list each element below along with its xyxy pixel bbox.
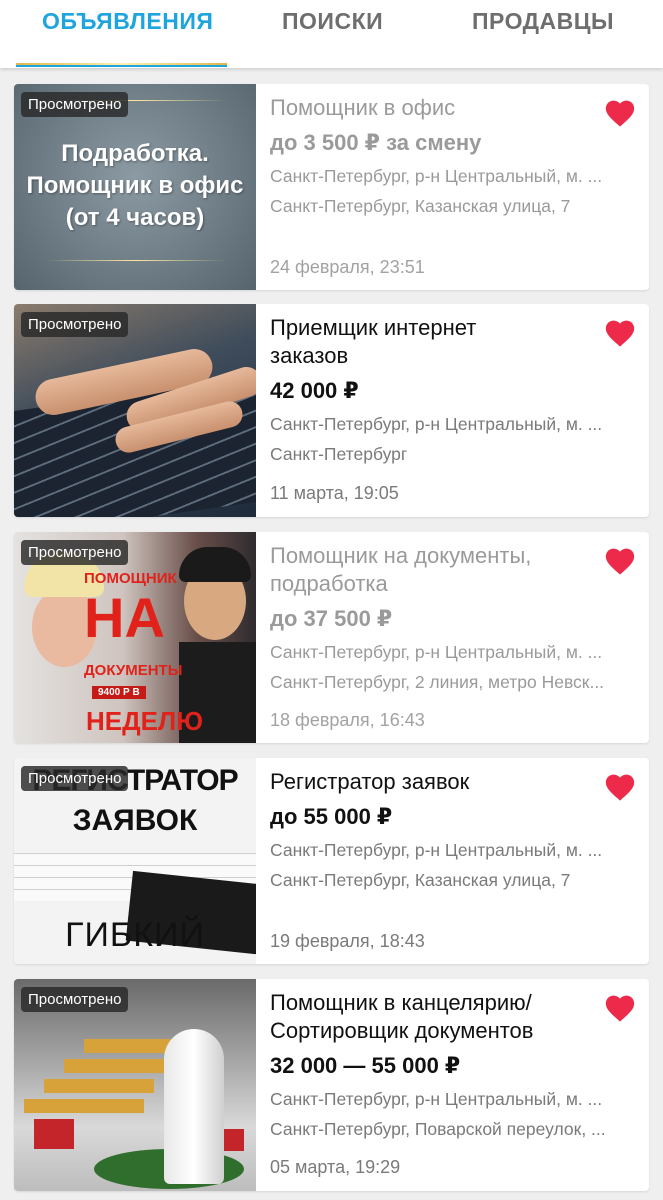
listing-info: Помощник в офис до 3 500 ₽ за смену Санк…	[270, 94, 602, 217]
listing-card[interactable]: РЕГИСТРАТОР ЗАЯВОК ГИБКИЙ Просмотрено Ре…	[14, 758, 649, 964]
listing-info: Регистратор заявок до 55 000 ₽ Санкт-Пет…	[270, 768, 602, 891]
favorite-heart-icon[interactable]	[603, 316, 637, 348]
favorite-heart-icon[interactable]	[603, 991, 637, 1023]
active-tab-indicator-highlight	[16, 63, 227, 65]
stair-image	[44, 1079, 154, 1093]
listing-location: Санкт-Петербург, р-н Центральный, м. ...	[270, 414, 603, 434]
decor-line	[44, 260, 226, 261]
listing-date: 19 февраля, 18:43	[270, 931, 425, 951]
favorite-heart-icon[interactable]	[603, 96, 637, 128]
thumbnail-text: ДОКУМЕНТЫ	[84, 662, 183, 679]
thumbnail-text: ГИБКИЙ	[65, 916, 205, 954]
listing-location: Санкт-Петербург, р-н Центральный, м. ...	[270, 642, 603, 662]
listing-card[interactable]: Просмотрено Приемщик интернет заказов 42…	[14, 304, 649, 517]
listing-title: Помощник в канцелярию/ Сортировщик докум…	[270, 990, 534, 1043]
listing-location: Санкт-Петербург, р-н Центральный, м. ...	[270, 1089, 603, 1109]
listing-info: Приемщик интернет заказов 42 000 ₽ Санкт…	[270, 314, 602, 465]
listing-title: Помощник в офис	[270, 95, 456, 120]
thumbnail-text: Помощник в офис	[26, 172, 244, 199]
thumbnail-text: ЗАЯВОК	[72, 804, 198, 837]
tab-bar: ОБЪЯВЛЕНИЯ ПОИСКИ ПРОДАВЦЫ	[0, 0, 663, 68]
stair-image	[84, 1039, 174, 1053]
listing-price: 42 000 ₽	[270, 378, 359, 403]
listing-price: до 3 500 ₽ за смену	[270, 130, 482, 155]
favorite-heart-icon[interactable]	[603, 544, 637, 576]
favorite-heart-icon[interactable]	[603, 770, 637, 802]
thumbnail-text: НЕДЕЛЮ	[86, 706, 204, 736]
listing-date: 11 марта, 19:05	[270, 483, 399, 503]
listing-thumbnail: Подработка. Помощник в офис (от 4 часов)…	[14, 84, 256, 290]
person-hair	[179, 547, 251, 582]
thumbnail-text: 9400 Р В	[92, 686, 146, 699]
listing-address: Санкт-Петербург, 2 линия, метро Невск...	[270, 672, 605, 692]
listing-title: Помощник на документы, подработка	[270, 543, 532, 596]
listing-date: 05 марта, 19:29	[270, 1157, 401, 1177]
thumbnail-text: ПОМОЩНИК	[84, 570, 177, 587]
paper-image	[14, 853, 256, 865]
listing-price: 32 000 — 55 000 ₽	[270, 1053, 461, 1078]
listing-info: Помощник в канцелярию/ Сортировщик докум…	[270, 989, 606, 1140]
listing-location: Санкт-Петербург, р-н Центральный, м. ...	[270, 840, 603, 860]
listing-info: Помощник на документы, подработка до 37 …	[270, 542, 604, 693]
viewed-badge: Просмотрено	[21, 766, 129, 791]
viewed-badge: Просмотрено	[21, 540, 129, 565]
listing-address: Санкт-Петербург, Казанская улица, 7	[270, 196, 571, 216]
thumbnail-text: НА	[84, 586, 165, 649]
thumbnail-text: Подработка.	[61, 140, 209, 167]
tab-sellers[interactable]: ПРОДАВЦЫ	[472, 8, 614, 35]
viewed-badge: Просмотрено	[21, 92, 129, 117]
listing-price: до 55 000 ₽	[270, 804, 393, 829]
sculpture-image	[164, 1029, 224, 1184]
listing-thumbnail: ПОМОЩНИК НА ДОКУМЕНТЫ 9400 Р В НЕДЕЛЮ Пр…	[14, 532, 256, 743]
listing-address: Санкт-Петербург, Поварской переулок, ...	[270, 1119, 606, 1139]
stair-image	[24, 1099, 144, 1113]
tab-searches[interactable]: ПОИСКИ	[282, 8, 383, 35]
listing-date: 18 февраля, 16:43	[270, 710, 425, 730]
tab-listings[interactable]: ОБЪЯВЛЕНИЯ	[42, 8, 213, 35]
listing-card[interactable]: ПОМОЩНИК НА ДОКУМЕНТЫ 9400 Р В НЕДЕЛЮ Пр…	[14, 532, 649, 743]
listing-title: Приемщик интернет заказов	[270, 315, 477, 368]
viewed-badge: Просмотрено	[21, 987, 129, 1012]
listing-price: до 37 500 ₽	[270, 606, 393, 631]
listing-thumbnail: Просмотрено	[14, 979, 256, 1191]
viewed-badge: Просмотрено	[21, 312, 129, 337]
listing-address: Санкт-Петербург	[270, 444, 408, 464]
listing-date: 24 февраля, 23:51	[270, 257, 425, 277]
listing-thumbnail: Просмотрено	[14, 304, 256, 517]
listing-card[interactable]: Подработка. Помощник в офис (от 4 часов)…	[14, 84, 649, 290]
stair-image	[64, 1059, 164, 1073]
listing-address: Санкт-Петербург, Казанская улица, 7	[270, 870, 571, 890]
chair-image	[34, 1119, 74, 1149]
listing-card[interactable]: Просмотрено Помощник в канцелярию/ Сорти…	[14, 979, 649, 1191]
listing-location: Санкт-Петербург, р-н Центральный, м. ...	[270, 166, 603, 186]
thumbnail-text: (от 4 часов)	[65, 204, 205, 231]
listing-thumbnail: РЕГИСТРАТОР ЗАЯВОК ГИБКИЙ Просмотрено	[14, 758, 256, 964]
listing-title: Регистратор заявок	[270, 769, 470, 794]
